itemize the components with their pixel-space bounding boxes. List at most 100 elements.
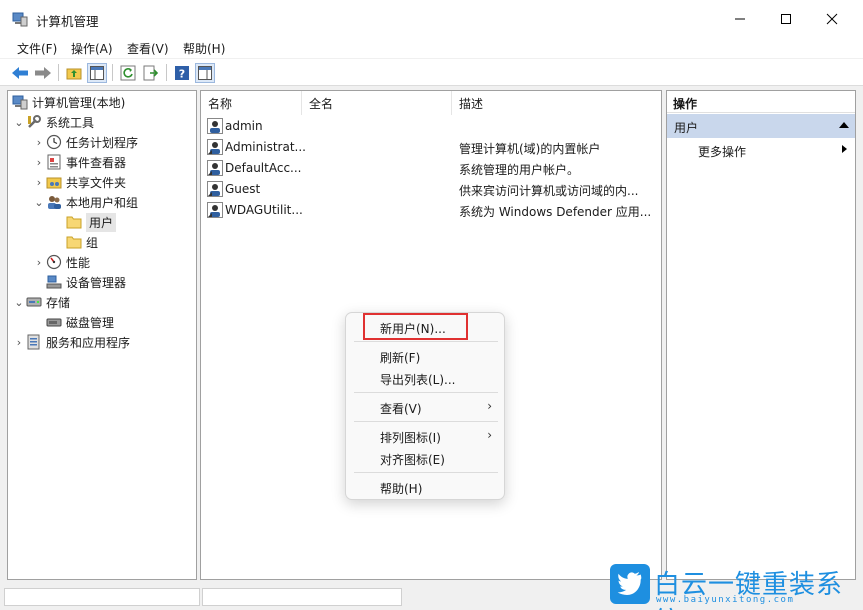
submenu-arrow-icon: › bbox=[487, 428, 492, 442]
menu-help[interactable]: 帮助(H) bbox=[183, 40, 225, 57]
tree-label: 本地用户和组 bbox=[66, 195, 139, 210]
chevron-right-icon[interactable]: › bbox=[32, 155, 46, 169]
back-button[interactable] bbox=[10, 63, 30, 83]
status-cell bbox=[202, 588, 402, 606]
folder-icon bbox=[66, 234, 82, 250]
menu-item-help[interactable]: 帮助(H) bbox=[380, 480, 422, 497]
column-header-description[interactable]: 描述 bbox=[452, 91, 661, 115]
menu-item-refresh[interactable]: 刷新(F) bbox=[380, 349, 420, 366]
back-arrow-icon bbox=[12, 67, 28, 79]
chevron-right-icon[interactable]: › bbox=[32, 255, 46, 269]
tree-label: 事件查看器 bbox=[66, 155, 127, 170]
menu-item-export-list[interactable]: 导出列表(L)... bbox=[380, 371, 456, 388]
more-actions-link[interactable]: 更多操作 bbox=[698, 143, 746, 160]
user-icon bbox=[207, 139, 223, 155]
tree-item-groups[interactable]: 组 bbox=[66, 232, 98, 252]
tree-label: 任务计划程序 bbox=[66, 135, 139, 150]
maximize-button[interactable] bbox=[763, 0, 809, 38]
context-menu: 新用户(N)... 刷新(F) 导出列表(L)... 查看(V) › 排列图标(… bbox=[345, 312, 505, 500]
export-icon bbox=[143, 65, 159, 81]
tree-item-event-viewer[interactable]: › 事件查看器 bbox=[32, 152, 126, 172]
tools-icon bbox=[26, 114, 42, 130]
up-one-level-button[interactable] bbox=[64, 63, 84, 83]
title-bar: 计算机管理 bbox=[0, 0, 863, 38]
svg-text:?: ? bbox=[179, 68, 185, 81]
show-hide-tree-button[interactable] bbox=[87, 63, 107, 83]
menu-view[interactable]: 查看(V) bbox=[127, 40, 169, 57]
user-name-cell: DefaultAcc... bbox=[225, 161, 302, 175]
menu-action[interactable]: 操作(A) bbox=[71, 40, 113, 57]
table-row[interactable]: Administrat... 管理计算机(域)的内置帐户 bbox=[205, 137, 657, 157]
table-row[interactable]: DefaultAcc... 系统管理的用户帐户。 bbox=[205, 158, 657, 178]
chevron-down-icon[interactable]: ⌄ bbox=[32, 195, 46, 209]
actions-header: 操作 bbox=[667, 91, 855, 113]
tree-item-task-scheduler[interactable]: › 任务计划程序 bbox=[32, 132, 138, 152]
tree-label: 计算机管理(本地) bbox=[32, 95, 126, 110]
chevron-down-icon[interactable]: ⌄ bbox=[12, 115, 26, 129]
tree-item-storage[interactable]: ⌄ 存储 bbox=[12, 292, 70, 312]
folder-icon bbox=[66, 214, 82, 230]
actions-section-users[interactable]: 用户 bbox=[667, 114, 855, 138]
tree-item-system-tools[interactable]: ⌄ 系统工具 bbox=[12, 112, 94, 132]
tree-item-users[interactable]: 用户 bbox=[66, 212, 117, 232]
table-row[interactable]: WDAGUtilit... 系统为 Windows Defender 应用... bbox=[205, 200, 657, 220]
user-icon bbox=[207, 118, 223, 134]
tree-label: 存储 bbox=[46, 295, 71, 310]
submenu-arrow-icon bbox=[842, 145, 847, 153]
actions-section-label: 用户 bbox=[674, 121, 699, 135]
chevron-right-icon[interactable]: › bbox=[12, 335, 26, 349]
user-description-cell: 管理计算机(域)的内置帐户 bbox=[459, 142, 601, 156]
tree-item-performance[interactable]: › 性能 bbox=[32, 252, 90, 272]
user-icon bbox=[207, 181, 223, 197]
tree-item-disk-management[interactable]: 磁盘管理 bbox=[46, 312, 114, 332]
window-title: 计算机管理 bbox=[36, 14, 99, 29]
toolbar-separator bbox=[58, 64, 59, 81]
chevron-down-icon[interactable]: ⌄ bbox=[12, 295, 26, 309]
column-header-name[interactable]: 名称 bbox=[201, 91, 302, 115]
tree-item-root[interactable]: 计算机管理(本地) bbox=[12, 92, 125, 112]
toolbar: ? bbox=[0, 59, 863, 86]
menu-file[interactable]: 文件(F) bbox=[17, 40, 57, 57]
menu-item-line-up-icons[interactable]: 对齐图标(E) bbox=[380, 451, 445, 468]
clock-icon bbox=[46, 134, 62, 150]
forward-arrow-icon bbox=[35, 67, 51, 79]
computer-management-icon bbox=[12, 94, 28, 110]
tree-label: 服务和应用程序 bbox=[46, 335, 131, 350]
tree-item-shared-folders[interactable]: › 共享文件夹 bbox=[32, 172, 126, 192]
event-viewer-icon bbox=[46, 154, 62, 170]
refresh-button[interactable] bbox=[118, 63, 138, 83]
bird-logo-icon bbox=[610, 564, 650, 604]
chevron-right-icon[interactable]: › bbox=[32, 175, 46, 189]
help-icon: ? bbox=[175, 66, 189, 81]
column-header-fullname[interactable]: 全名 bbox=[302, 91, 452, 115]
minimize-button[interactable] bbox=[717, 0, 763, 38]
tree-item-services-apps[interactable]: › 服务和应用程序 bbox=[12, 332, 130, 352]
forward-button[interactable] bbox=[33, 63, 53, 83]
menu-item-arrange-icons[interactable]: 排列图标(I) bbox=[380, 429, 441, 446]
submenu-arrow-icon: › bbox=[487, 399, 492, 413]
user-description-cell: 系统管理的用户帐户。 bbox=[459, 163, 580, 177]
folder-up-icon bbox=[66, 68, 82, 80]
menu-separator bbox=[354, 421, 498, 422]
chevron-right-icon[interactable]: › bbox=[32, 135, 46, 149]
export-list-button[interactable] bbox=[141, 63, 161, 83]
collapse-arrow-icon[interactable] bbox=[839, 122, 849, 128]
table-row[interactable]: admin bbox=[205, 116, 657, 136]
table-row[interactable]: Guest 供来宾访问计算机或访问域的内... bbox=[205, 179, 657, 199]
menu-item-view[interactable]: 查看(V) bbox=[380, 400, 422, 417]
menu-separator bbox=[354, 392, 498, 393]
tree-item-device-manager[interactable]: 设备管理器 bbox=[46, 272, 126, 292]
toolbar-separator bbox=[166, 64, 167, 81]
tree-item-local-users-groups[interactable]: ⌄ 本地用户和组 bbox=[32, 192, 138, 212]
storage-icon bbox=[26, 294, 42, 310]
help-button[interactable]: ? bbox=[172, 63, 192, 83]
tree-label: 磁盘管理 bbox=[66, 315, 115, 330]
user-icon bbox=[207, 160, 223, 176]
show-hide-action-pane-button[interactable] bbox=[195, 63, 215, 83]
console-tree: 计算机管理(本地) ⌄ 系统工具 › 任务计划程序 › 事件查看器 › 共享文件… bbox=[7, 90, 197, 580]
tree-label: 性能 bbox=[66, 255, 91, 270]
tree-label: 设备管理器 bbox=[66, 275, 127, 290]
user-name-cell: WDAGUtilit... bbox=[225, 203, 303, 217]
close-button[interactable] bbox=[809, 0, 855, 38]
user-icon bbox=[207, 202, 223, 218]
